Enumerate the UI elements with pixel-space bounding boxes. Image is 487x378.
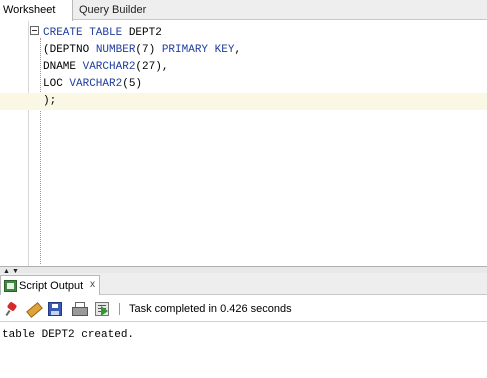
sql-text: DNAME xyxy=(43,61,83,73)
sql-keyword: PRIMARY KEY xyxy=(161,44,235,56)
script-output-area[interactable]: table DEPT2 created. xyxy=(0,323,487,378)
sql-text: (5) xyxy=(122,78,143,90)
code-line[interactable]: LOC VARCHAR2(5) xyxy=(43,76,241,93)
close-icon[interactable]: x xyxy=(90,279,95,290)
worksheet-tabbar: Worksheet Query Builder xyxy=(0,0,487,21)
toolbar-separator xyxy=(119,303,120,315)
sql-text: DEPT2 xyxy=(122,27,162,39)
script-output-label: Script Output xyxy=(19,280,84,292)
save-icon[interactable] xyxy=(48,302,62,316)
output-toolbar: Task completed in 0.426 seconds xyxy=(0,295,487,322)
code-line[interactable]: (DEPTNO NUMBER(7) PRIMARY KEY, xyxy=(43,42,241,59)
sql-text: , xyxy=(234,44,242,56)
code-area[interactable]: CREATE TABLE DEPT2 (DEPTNO NUMBER(7) PRIM… xyxy=(0,25,487,110)
panel-splitter[interactable]: ▲ ▼ xyxy=(0,266,487,275)
pin-icon[interactable] xyxy=(5,302,19,316)
sql-keyword: NUMBER xyxy=(95,44,136,56)
sql-keyword: VARCHAR2 xyxy=(82,61,136,73)
line-gutter xyxy=(0,21,29,266)
script-output-icon xyxy=(4,280,17,292)
sql-keyword: VARCHAR2 xyxy=(69,78,123,90)
run-script-icon[interactable] xyxy=(95,302,109,316)
output-tabbar: Script Output x xyxy=(0,273,487,296)
code-line[interactable]: DNAME VARCHAR2(27), xyxy=(43,59,241,76)
tab-worksheet[interactable]: Worksheet xyxy=(0,0,73,21)
script-output-text: table DEPT2 created. xyxy=(2,329,135,341)
fold-guide xyxy=(40,38,41,264)
print-icon[interactable] xyxy=(72,302,88,316)
sql-text: LOC xyxy=(43,78,70,90)
status-text: Task completed in 0.426 seconds xyxy=(129,303,292,315)
sql-keyword: CREATE TABLE xyxy=(43,27,123,39)
code-line[interactable]: ); xyxy=(43,93,241,110)
sql-text: (7) xyxy=(135,44,162,56)
clear-icon[interactable] xyxy=(26,302,40,316)
code-line[interactable]: CREATE TABLE DEPT2 xyxy=(43,25,241,42)
tab-script-output[interactable]: Script Output x xyxy=(0,275,100,296)
sql-text: (DEPTNO xyxy=(43,44,96,56)
tab-query-builder[interactable]: Query Builder xyxy=(74,0,174,20)
fold-collapse-icon[interactable] xyxy=(30,26,39,35)
sql-text: (27), xyxy=(135,61,169,73)
sql-editor[interactable]: CREATE TABLE DEPT2 (DEPTNO NUMBER(7) PRIM… xyxy=(0,21,487,266)
sql-text: ); xyxy=(43,95,57,107)
